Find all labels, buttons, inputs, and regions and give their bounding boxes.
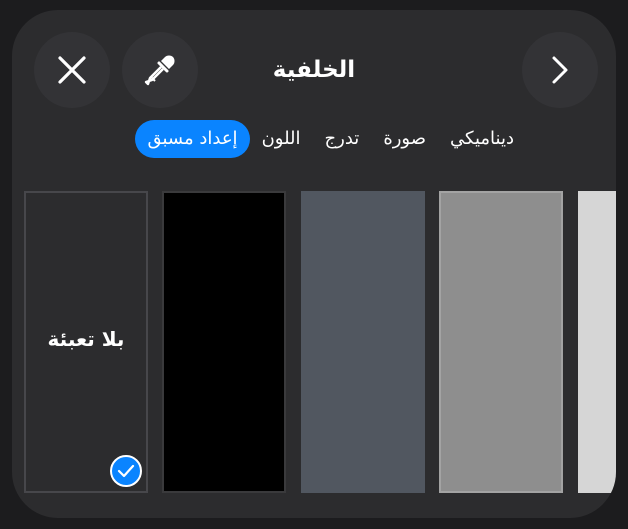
close-button[interactable]: [34, 32, 110, 108]
swatch-medium-gray[interactable]: [439, 191, 563, 493]
next-button[interactable]: [522, 32, 598, 108]
preset-swatches: بلا تعبئة: [24, 191, 616, 495]
swatch-black[interactable]: [162, 191, 286, 493]
chevron-right-icon: [552, 56, 568, 84]
fill-type-tabs: إعداد مسبق اللون تدرج صورة ديناميكي: [135, 120, 526, 158]
tab-image[interactable]: صورة: [371, 120, 438, 158]
background-panel: الخلفية إعداد مسبق اللون تدرج صورة دينام…: [12, 10, 616, 518]
tab-gradient[interactable]: تدرج: [313, 120, 372, 158]
eyedropper-button[interactable]: [122, 32, 198, 108]
selected-check: [110, 455, 142, 487]
no-fill-label: بلا تعبئة: [47, 327, 125, 351]
eyedropper-icon: [144, 55, 175, 86]
close-icon: [58, 56, 86, 84]
swatch-light-gray[interactable]: [578, 191, 616, 493]
swatch-no-fill[interactable]: بلا تعبئة: [24, 191, 148, 493]
swatch-slate-gray[interactable]: [301, 191, 425, 493]
tab-dynamic[interactable]: ديناميكي: [438, 120, 526, 158]
tab-color[interactable]: اللون: [250, 120, 313, 158]
panel-title: الخلفية: [272, 57, 356, 83]
tab-preset[interactable]: إعداد مسبق: [135, 120, 250, 158]
checkmark-icon: [117, 464, 135, 478]
